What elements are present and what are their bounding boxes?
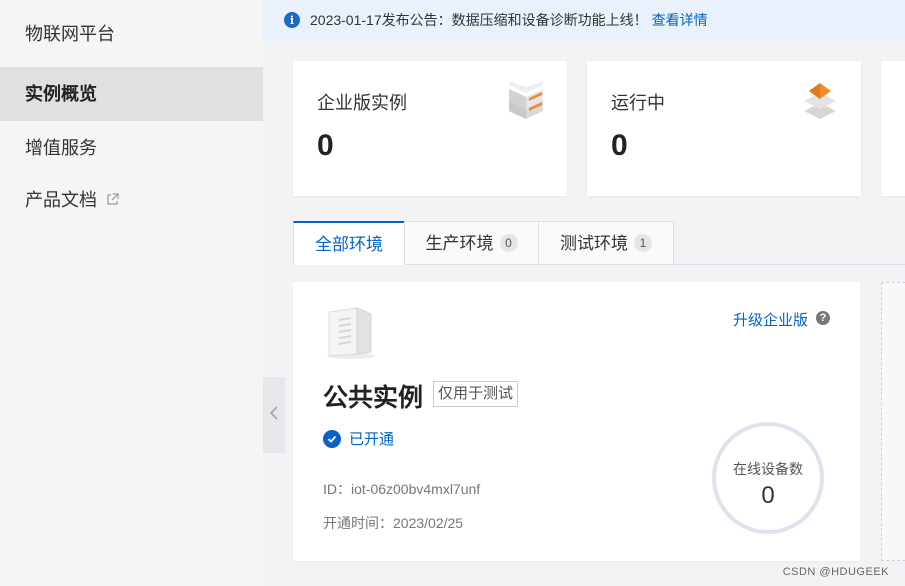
sidebar-title: 物联网平台	[25, 24, 115, 44]
sidebar: 物联网平台 实例概览 增值服务 产品文档	[0, 0, 263, 586]
tab-count-badge: 0	[499, 234, 518, 252]
help-icon[interactable]: ?	[816, 311, 830, 325]
layers-icon	[507, 81, 545, 121]
sidebar-item-product-docs[interactable]: 产品文档	[0, 173, 263, 227]
external-link-icon	[106, 173, 119, 227]
sidebar-collapse-handle[interactable]	[263, 377, 285, 453]
announcement-details-link[interactable]: 查看详情	[652, 10, 708, 30]
instance-id: ID：iot-06z00bv4mxl7unf	[323, 481, 481, 497]
sidebar-item-instance-overview[interactable]: 实例概览	[0, 67, 263, 121]
tab-production-environment[interactable]: 生产环境 0	[404, 221, 539, 264]
running-layers-icon	[801, 81, 839, 121]
tab-count-badge: 1	[634, 234, 652, 252]
public-instance-card[interactable]: 升级企业版 ? 公共实例 仅用于测试 已开通 ID：iot-06z00bv4mx…	[293, 282, 860, 561]
sidebar-item-label: 增值服务	[25, 138, 97, 158]
add-instance-card[interactable]	[881, 282, 905, 561]
upgrade-enterprise-link[interactable]: 升级企业版	[733, 309, 808, 330]
instance-status: 已开通	[323, 428, 394, 449]
tab-label: 测试环境	[560, 234, 628, 253]
stat-label: 运行中	[611, 93, 665, 113]
stat-value: 0	[317, 129, 334, 162]
announcement-banner: i 2023-01-17发布公告：数据压缩和设备诊断功能上线！ 查看详情	[263, 0, 905, 40]
tab-test-environment[interactable]: 测试环境 1	[538, 221, 674, 264]
announcement-text: 2023-01-17发布公告：数据压缩和设备诊断功能上线！	[310, 12, 648, 28]
chevron-left-icon	[269, 405, 279, 426]
online-devices-ring: 在线设备数 0	[712, 422, 824, 534]
online-devices-label: 在线设备数	[733, 461, 803, 477]
test-only-tag: 仅用于测试	[433, 381, 519, 407]
stat-card-running: 运行中 0	[587, 61, 861, 196]
tab-all-environments[interactable]: 全部环境	[293, 221, 405, 265]
stat-value: 0	[611, 129, 628, 162]
instance-title: 公共实例	[323, 384, 424, 412]
stat-card-partial	[881, 61, 905, 196]
status-label: 已开通	[349, 431, 395, 448]
tab-label: 生产环境	[425, 234, 494, 253]
info-icon: i	[284, 12, 300, 28]
online-devices-value: 0	[761, 482, 775, 509]
instance-open-time: 开通时间：2023/02/25	[323, 515, 464, 531]
stat-label: 企业版实例	[317, 93, 407, 113]
server-icon	[325, 304, 383, 360]
check-circle-icon	[323, 429, 341, 448]
watermark: CSDN @HDUGEEK	[782, 566, 889, 578]
stat-card-enterprise-instances: 企业版实例 0	[293, 61, 567, 196]
tab-label: 全部环境	[315, 235, 383, 254]
sidebar-item-label: 产品文档	[25, 190, 97, 210]
sidebar-item-value-added-services[interactable]: 增值服务	[0, 121, 263, 175]
sidebar-item-label: 实例概览	[25, 84, 97, 104]
